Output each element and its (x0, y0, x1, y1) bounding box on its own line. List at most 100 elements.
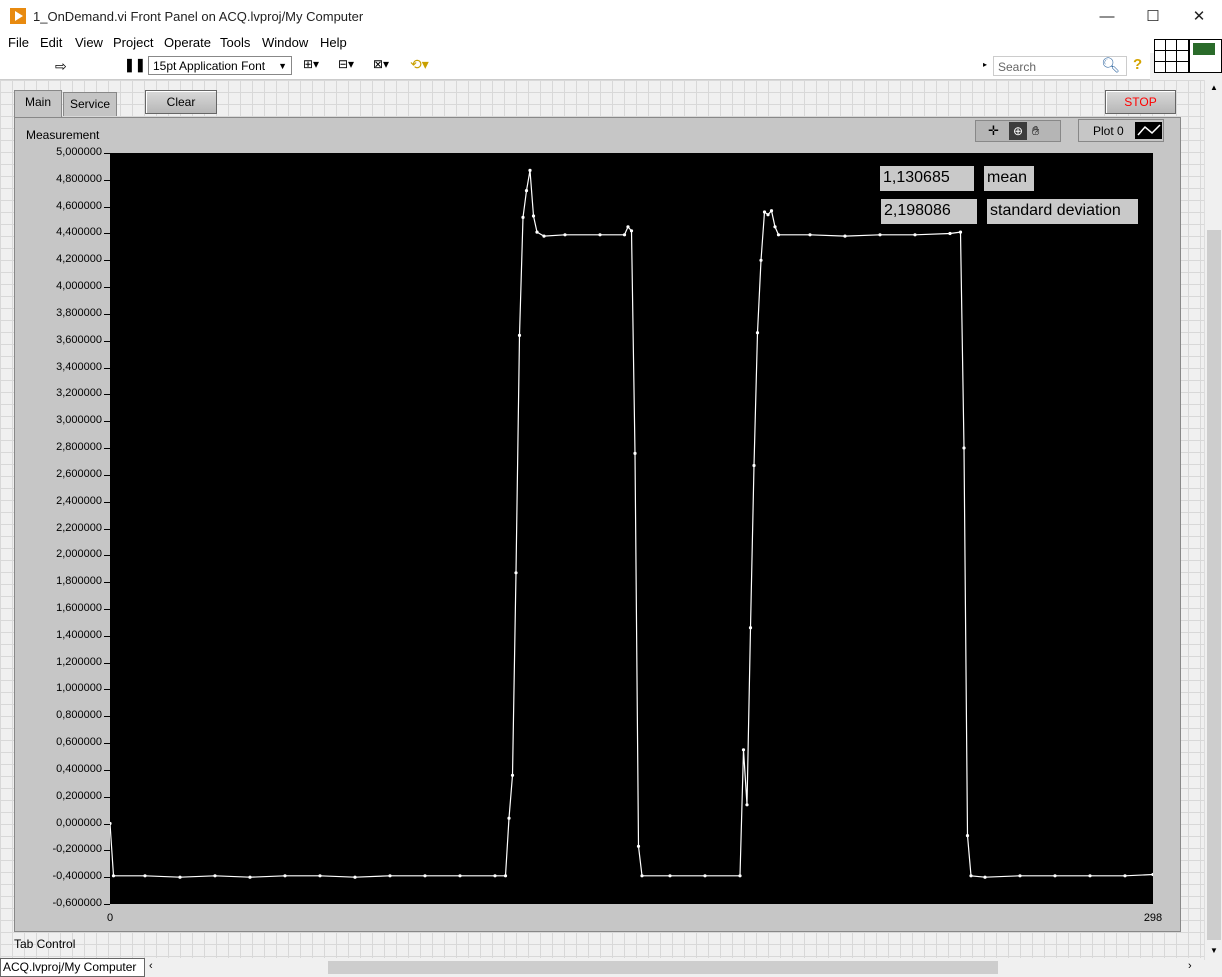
y-tick-label: -0,200000 (52, 843, 102, 856)
y-tick-mark (104, 635, 110, 637)
data-point (1053, 874, 1057, 878)
y-tick-mark (104, 233, 110, 235)
data-point (503, 874, 508, 878)
close-button[interactable]: ✕ (1176, 0, 1222, 33)
y-tick-mark (104, 260, 110, 262)
y-tick-mark (104, 823, 110, 825)
minimize-button[interactable]: — (1084, 0, 1130, 33)
y-tick-label: 1,800000 (56, 575, 102, 588)
data-point (983, 875, 987, 879)
data-point (958, 230, 963, 234)
menu-file[interactable]: File (8, 35, 29, 50)
y-tick-mark (104, 689, 110, 691)
zoom-icon[interactable]: ⊕ (1009, 122, 1027, 140)
data-point (1123, 874, 1127, 878)
data-point (965, 834, 970, 838)
connector-pane-icon[interactable] (1154, 39, 1189, 73)
data-point (808, 233, 812, 237)
resize-objects-icon[interactable]: ⊠▾ (373, 57, 389, 71)
scroll-right-icon[interactable]: › (1188, 960, 1192, 972)
data-point (843, 234, 847, 238)
plot-line-style-icon (1135, 122, 1162, 139)
menu-help[interactable]: Help (320, 35, 347, 50)
vi-icon-graph (1193, 43, 1215, 55)
plot-legend[interactable]: Plot 0 (1078, 119, 1164, 142)
y-tick-mark (104, 206, 110, 208)
menu-edit[interactable]: Edit (40, 35, 62, 50)
data-point (626, 225, 630, 229)
data-point (353, 875, 357, 879)
tab-main[interactable]: Main (14, 90, 62, 118)
context-selector[interactable]: ACQ.lvproj/My Computer (0, 958, 145, 977)
font-selector[interactable]: 15pt Application Font ▼ (148, 56, 292, 75)
data-point (738, 874, 742, 878)
reorder-icon[interactable]: ⟲▾ (410, 56, 429, 73)
data-point (248, 875, 252, 879)
data-point (622, 233, 627, 237)
pause-icon[interactable]: ❚❚ (124, 57, 146, 73)
y-tick-label: 4,800000 (56, 172, 102, 185)
plot-area[interactable] (108, 153, 1155, 904)
align-objects-icon[interactable]: ⊞▾ (303, 57, 319, 71)
plot-legend-name: Plot 0 (1093, 124, 1124, 138)
y-tick-label: 4,200000 (56, 253, 102, 266)
menu-tools[interactable]: Tools (220, 35, 250, 50)
tab-service[interactable]: Service (63, 92, 117, 116)
cursor-crosshair-icon[interactable]: ✛ (988, 123, 999, 139)
data-point (1151, 872, 1155, 877)
data-point (1018, 874, 1022, 878)
data-point (507, 816, 511, 820)
y-tick-label: 1,400000 (56, 628, 102, 641)
vi-icon[interactable] (1189, 39, 1222, 73)
y-tick-label: 0,400000 (56, 762, 102, 775)
mean-indicator: 1,130685 (880, 166, 974, 191)
data-point (535, 230, 539, 234)
search-expand-icon[interactable]: ▸ (983, 60, 987, 69)
scroll-left-icon[interactable]: ‹ (149, 960, 153, 972)
horizontal-scrollbar[interactable]: ‹ › (148, 958, 1204, 977)
window-title: 1_OnDemand.vi Front Panel on ACQ.lvproj/… (33, 9, 364, 24)
data-point (318, 874, 322, 878)
data-point (759, 258, 763, 262)
std-deviation-indicator: 2,198086 (881, 199, 977, 224)
y-tick-label: 2,200000 (56, 521, 102, 534)
stop-button[interactable]: STOP (1105, 90, 1176, 114)
y-tick-label: 3,000000 (56, 414, 102, 427)
data-point (1088, 874, 1092, 878)
plot-svg (108, 168, 1155, 879)
data-point (640, 874, 644, 878)
data-point (969, 874, 973, 878)
search-icon[interactable]: 🔍︎ (1101, 56, 1120, 74)
y-tick-mark (104, 501, 110, 503)
y-tick-mark (104, 394, 110, 396)
run-arrow-icon[interactable]: ⇨ (55, 58, 67, 75)
help-icon[interactable]: ? (1133, 56, 1142, 73)
data-point (493, 874, 497, 878)
data-point (542, 234, 546, 238)
horizontal-scroll-thumb[interactable] (328, 961, 998, 974)
chevron-down-icon: ▼ (278, 61, 287, 71)
y-tick-label: 2,800000 (56, 441, 102, 454)
menu-window[interactable]: Window (262, 35, 308, 50)
data-point (633, 451, 637, 455)
plot-line-swatch (1137, 124, 1161, 136)
data-point (528, 168, 532, 172)
clear-button[interactable]: Clear (145, 90, 217, 114)
data-point (962, 446, 966, 450)
data-point (514, 571, 518, 575)
data-point (521, 215, 525, 219)
data-point (598, 233, 602, 237)
vertical-scrollbar[interactable]: ▲ ▼ (1204, 80, 1222, 960)
y-tick-label: 3,600000 (56, 333, 102, 346)
distribute-objects-icon[interactable]: ⊟▾ (338, 57, 354, 71)
menu-view[interactable]: View (75, 35, 103, 50)
scroll-up-icon[interactable]: ▲ (1210, 83, 1218, 92)
scroll-down-icon[interactable]: ▼ (1210, 946, 1218, 955)
vertical-scroll-thumb[interactable] (1207, 230, 1221, 940)
maximize-button[interactable]: ☐ (1130, 0, 1176, 33)
y-tick-mark (104, 608, 110, 610)
menu-operate[interactable]: Operate (164, 35, 211, 50)
menu-project[interactable]: Project (113, 35, 153, 50)
data-point (755, 331, 760, 335)
pan-hand-icon[interactable]: ✋︎ (1032, 123, 1039, 139)
